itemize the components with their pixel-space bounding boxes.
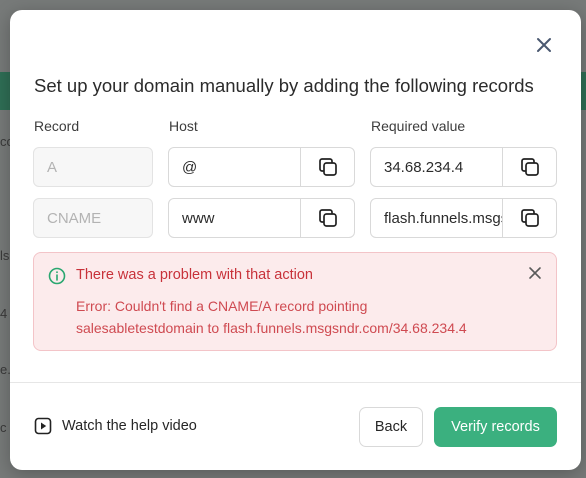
close-button[interactable] — [533, 34, 555, 56]
alert-message-line: salesabletestdomain to flash.funnels.msg… — [76, 320, 467, 336]
record-type-value: A — [47, 158, 58, 176]
copy-value-button[interactable] — [502, 199, 556, 237]
copy-icon — [520, 209, 539, 227]
required-value-field[interactable]: flash.funnels.msgsndr.com — [370, 198, 557, 238]
back-button[interactable]: Back — [359, 407, 423, 447]
modal-title: Set up your domain manually by adding th… — [34, 75, 534, 96]
record-type-field: CNAME — [33, 198, 153, 238]
alert-message: Error: Couldn't find a CNAME/A record po… — [76, 295, 467, 339]
host-value: @ — [182, 158, 198, 176]
close-icon — [537, 38, 551, 52]
close-icon — [529, 267, 541, 279]
background-text: 4 — [0, 306, 8, 321]
dismiss-alert-button[interactable] — [528, 266, 542, 285]
background-text: ls — [0, 248, 10, 263]
required-value: 34.68.234.4 — [384, 158, 464, 176]
watch-help-video-link[interactable]: Watch the help video — [34, 417, 197, 435]
verify-records-button[interactable]: Verify records — [434, 407, 557, 447]
host-field[interactable]: www — [168, 198, 355, 238]
help-link-label: Watch the help video — [62, 418, 197, 434]
alert-message-line: Error: Couldn't find a CNAME/A record po… — [76, 298, 368, 314]
copy-icon — [318, 158, 337, 176]
required-value-field[interactable]: 34.68.234.4 — [370, 147, 557, 187]
dns-records-modal: Set up your domain manually by adding th… — [10, 10, 581, 470]
host-column-label: Host — [169, 118, 198, 134]
host-value: www — [182, 209, 215, 227]
error-alert: There was a problem with that action Err… — [33, 252, 557, 351]
copy-host-button[interactable] — [300, 199, 354, 237]
copy-value-button[interactable] — [502, 148, 556, 186]
host-field[interactable]: @ — [168, 147, 355, 187]
copy-icon — [520, 158, 539, 176]
copy-host-button[interactable] — [300, 148, 354, 186]
play-video-icon — [34, 417, 52, 435]
info-circle-icon — [48, 267, 66, 285]
record-column-label: Record — [34, 118, 80, 134]
copy-icon — [318, 209, 337, 227]
background-text: c — [0, 420, 7, 435]
required-value: flash.funnels.msgsndr.com — [384, 209, 502, 227]
alert-title: There was a problem with that action — [76, 267, 313, 283]
record-type-value: CNAME — [47, 209, 102, 227]
footer-divider — [10, 382, 581, 383]
record-type-field: A — [33, 147, 153, 187]
value-column-label: Required value — [371, 118, 466, 134]
